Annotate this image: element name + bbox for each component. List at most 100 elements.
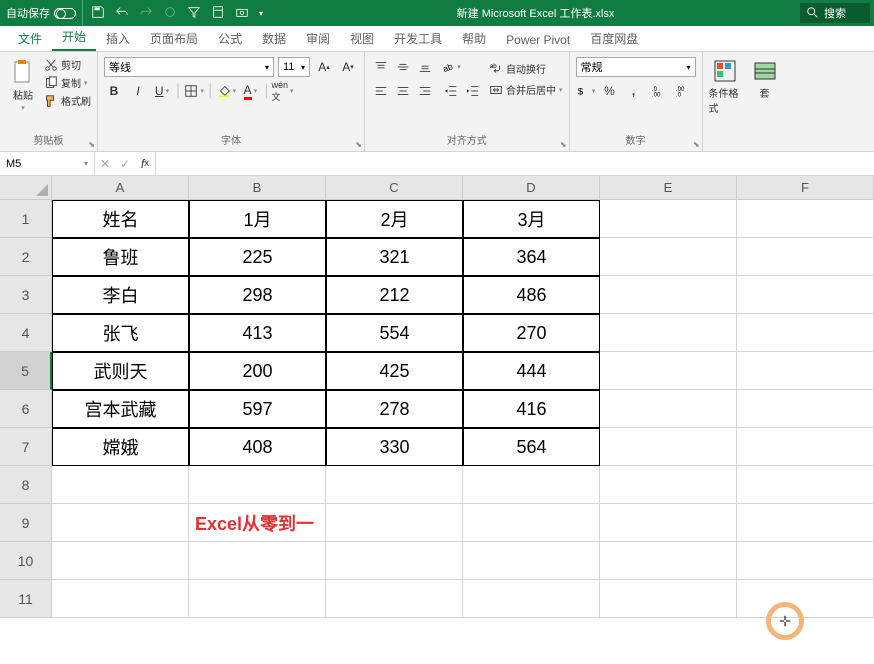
tab-data[interactable]: 数据: [252, 26, 296, 51]
tab-power-pivot[interactable]: Power Pivot: [496, 29, 580, 51]
cell[interactable]: [463, 542, 600, 580]
row-header[interactable]: 4: [0, 314, 52, 352]
cell[interactable]: [600, 276, 737, 314]
select-all-corner[interactable]: [0, 176, 52, 200]
tab-help[interactable]: 帮助: [452, 26, 496, 51]
cell[interactable]: [600, 200, 737, 238]
cell[interactable]: [737, 542, 874, 580]
cell[interactable]: [326, 504, 463, 542]
cell[interactable]: [737, 276, 874, 314]
cell[interactable]: [189, 580, 326, 618]
decrease-indent-button[interactable]: [441, 81, 461, 101]
cell[interactable]: [326, 542, 463, 580]
cell[interactable]: 姓名: [52, 200, 189, 238]
cell[interactable]: 李白: [52, 276, 189, 314]
increase-indent-button[interactable]: [463, 81, 483, 101]
row-header[interactable]: 2: [0, 238, 52, 276]
cell[interactable]: 321: [326, 238, 463, 276]
font-size-select[interactable]: 11▾: [278, 57, 310, 77]
align-left-button[interactable]: [371, 81, 391, 101]
cell[interactable]: [326, 466, 463, 504]
name-box[interactable]: M5▾: [0, 152, 95, 175]
cell[interactable]: [737, 390, 874, 428]
search-box[interactable]: 搜索: [800, 3, 870, 23]
formula-input[interactable]: [156, 152, 874, 175]
tab-home[interactable]: 开始: [52, 24, 96, 51]
align-middle-button[interactable]: [393, 57, 413, 77]
column-header[interactable]: E: [600, 176, 737, 200]
insert-function-button[interactable]: fx: [135, 154, 155, 174]
row-header[interactable]: 3: [0, 276, 52, 314]
row-header[interactable]: 11: [0, 580, 52, 618]
number-format-select[interactable]: 常规▾: [576, 57, 696, 77]
column-header[interactable]: B: [189, 176, 326, 200]
cell[interactable]: 鲁班: [52, 238, 189, 276]
cell[interactable]: 416: [463, 390, 600, 428]
tab-insert[interactable]: 插入: [96, 26, 140, 51]
cell[interactable]: [52, 504, 189, 542]
row-header[interactable]: 6: [0, 390, 52, 428]
wrap-text-button[interactable]: ab自动换行: [489, 61, 563, 76]
conditional-formatting-button[interactable]: 条件格式: [709, 59, 741, 115]
cell[interactable]: [600, 238, 737, 276]
row-header[interactable]: 7: [0, 428, 52, 466]
tab-file[interactable]: 文件: [8, 26, 52, 51]
cell[interactable]: [737, 352, 874, 390]
row-header[interactable]: 1: [0, 200, 52, 238]
cell[interactable]: [463, 504, 600, 542]
fill-color-button[interactable]: [216, 81, 236, 101]
cell[interactable]: [737, 466, 874, 504]
redo-icon[interactable]: [139, 5, 153, 22]
tab-page-layout[interactable]: 页面布局: [140, 26, 208, 51]
row-header[interactable]: 8: [0, 466, 52, 504]
touch-icon[interactable]: [163, 5, 177, 22]
format-painter-button[interactable]: 格式刷: [44, 93, 91, 108]
cell[interactable]: 225: [189, 238, 326, 276]
increase-font-button[interactable]: A▴: [314, 57, 334, 77]
enter-formula-button[interactable]: ✓: [115, 154, 135, 174]
decrease-decimal-button[interactable]: .00.0: [672, 81, 692, 101]
paste-button[interactable]: 粘贴 ▾: [6, 55, 40, 112]
cell[interactable]: [600, 466, 737, 504]
cell[interactable]: [326, 580, 463, 618]
cell[interactable]: 444: [463, 352, 600, 390]
accounting-button[interactable]: $: [576, 81, 596, 101]
cell[interactable]: 武则天: [52, 352, 189, 390]
cells-area[interactable]: 姓名1月2月3月鲁班225321364李白298212486张飞41355427…: [52, 200, 874, 618]
calculator-icon[interactable]: [211, 5, 225, 22]
cell[interactable]: [737, 580, 874, 618]
cell[interactable]: [737, 200, 874, 238]
tab-review[interactable]: 审阅: [296, 26, 340, 51]
qat-dropdown-icon[interactable]: ▾: [259, 9, 263, 18]
cell[interactable]: 486: [463, 276, 600, 314]
tab-view[interactable]: 视图: [340, 26, 384, 51]
cell[interactable]: 413: [189, 314, 326, 352]
row-header[interactable]: 9: [0, 504, 52, 542]
cell[interactable]: 3月: [463, 200, 600, 238]
align-bottom-button[interactable]: [415, 57, 435, 77]
cell[interactable]: 200: [189, 352, 326, 390]
cell[interactable]: [189, 466, 326, 504]
phonetic-button[interactable]: wén文: [272, 81, 292, 101]
camera-icon[interactable]: [235, 5, 249, 22]
column-header[interactable]: A: [52, 176, 189, 200]
cell[interactable]: [52, 466, 189, 504]
increase-decimal-button[interactable]: .0.00: [648, 81, 668, 101]
cell[interactable]: 270: [463, 314, 600, 352]
cell[interactable]: [52, 542, 189, 580]
bold-button[interactable]: B: [104, 81, 124, 101]
cell[interactable]: [737, 504, 874, 542]
number-dialog-launcher-icon[interactable]: ⬊: [693, 140, 700, 149]
cell[interactable]: 408: [189, 428, 326, 466]
cell[interactable]: [737, 238, 874, 276]
italic-button[interactable]: I: [128, 81, 148, 101]
filter-icon[interactable]: [187, 5, 201, 22]
column-header[interactable]: F: [737, 176, 874, 200]
font-color-button[interactable]: A: [240, 81, 260, 101]
cell[interactable]: 564: [463, 428, 600, 466]
cell[interactable]: [463, 466, 600, 504]
cell[interactable]: [600, 390, 737, 428]
cell[interactable]: 330: [326, 428, 463, 466]
save-icon[interactable]: [91, 5, 105, 22]
undo-icon[interactable]: [115, 5, 129, 22]
